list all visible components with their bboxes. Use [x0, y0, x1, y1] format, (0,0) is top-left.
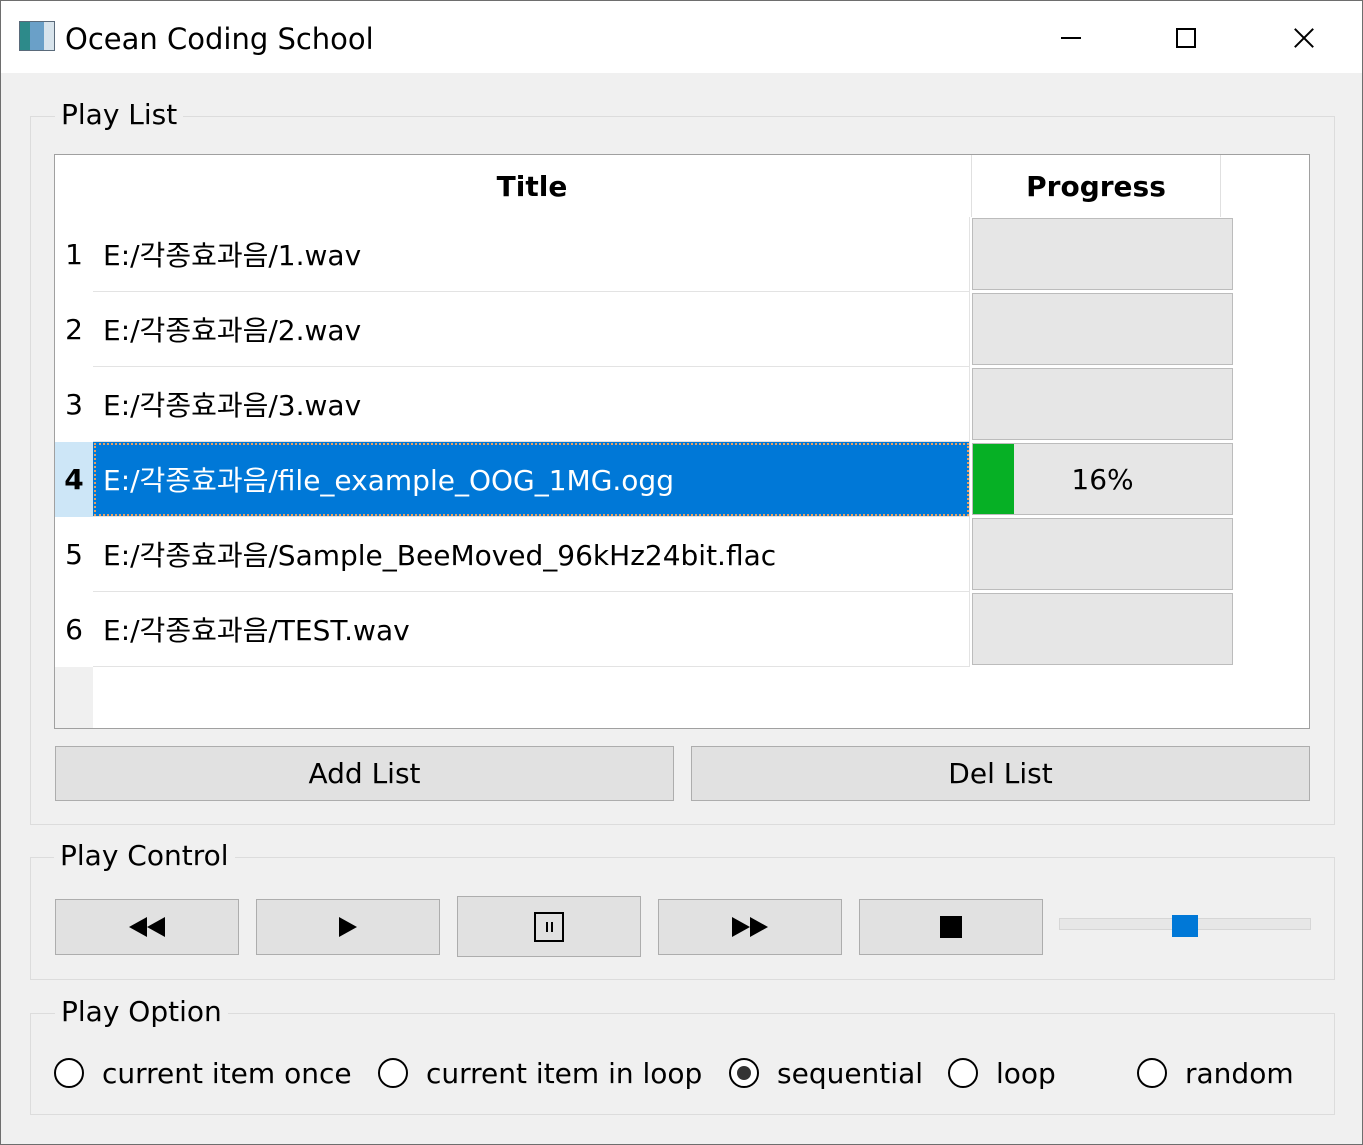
table-row[interactable]: 3 E:/각종효과음/3.wav: [55, 367, 1271, 442]
next-icon: [732, 917, 768, 937]
option-label: loop: [996, 1056, 1056, 1090]
progress-text: [973, 294, 1232, 364]
option-label: current item once: [102, 1056, 352, 1090]
option-random[interactable]: random: [1137, 1053, 1294, 1093]
row-number[interactable]: 1: [55, 217, 93, 292]
progress-bar: [972, 218, 1233, 290]
window-title: Ocean Coding School: [65, 22, 374, 56]
previous-button[interactable]: [55, 899, 239, 955]
title-cell[interactable]: E:/각종효과음/TEST.wav: [93, 592, 970, 667]
next-button[interactable]: [658, 899, 842, 955]
minimize-icon[interactable]: [1013, 1, 1129, 73]
progress-text: [973, 219, 1232, 289]
table-corner: [55, 155, 93, 217]
radio-button[interactable]: [729, 1058, 759, 1088]
del-list-button[interactable]: Del List: [691, 746, 1310, 801]
maximize-icon[interactable]: [1129, 1, 1245, 73]
progress-bar: [972, 293, 1233, 365]
row-number[interactable]: 6: [55, 592, 93, 667]
pause-button[interactable]: [457, 896, 641, 957]
progress-text: [973, 519, 1232, 589]
column-header-progress[interactable]: Progress: [972, 155, 1221, 217]
table-row[interactable]: 2 E:/각종효과음/2.wav: [55, 292, 1271, 367]
previous-icon: [129, 917, 165, 937]
option-sequential[interactable]: sequential: [729, 1053, 923, 1093]
table-row[interactable]: 1 E:/각종효과음/1.wav: [55, 217, 1271, 292]
playlist-group-title: Play List: [55, 98, 184, 132]
table-row[interactable]: 5 E:/각종효과음/Sample_BeeMoved_96kHz24bit.fla…: [55, 517, 1271, 592]
title-cell[interactable]: E:/각종효과음/3.wav: [93, 367, 970, 442]
playlist-table[interactable]: Title Progress 1 E:/각종효과음/1.wav 2 E:/각종효과음/…: [54, 154, 1310, 729]
table-row[interactable]: 6 E:/각종효과음/TEST.wav: [55, 592, 1271, 667]
radio-button[interactable]: [378, 1058, 408, 1088]
play-button[interactable]: [256, 899, 440, 955]
title-cell[interactable]: E:/각종효과음/Sample_BeeMoved_96kHz24bit.flac: [93, 517, 970, 592]
main-window: Ocean Coding School Play List Title Prog…: [0, 0, 1363, 1145]
progress-bar: [972, 593, 1233, 665]
row-number[interactable]: 5: [55, 517, 93, 592]
option-current-item-once[interactable]: current item once: [54, 1053, 352, 1093]
column-header-title[interactable]: Title: [93, 155, 972, 217]
progress-text: 16%: [1071, 462, 1134, 496]
option-current-item-in-loop[interactable]: current item in loop: [378, 1053, 702, 1093]
progress-bar: [972, 368, 1233, 440]
play-control-group-title: Play Control: [54, 839, 235, 873]
row-number[interactable]: 4: [55, 442, 93, 517]
table-row[interactable]: 4 E:/각종효과음/file_example_OOG_1MG.ogg 16%: [55, 442, 1271, 517]
add-list-button[interactable]: Add List: [55, 746, 674, 801]
progress-text: [973, 369, 1232, 439]
title-cell[interactable]: E:/각종효과음/2.wav: [93, 292, 970, 367]
title-cell[interactable]: E:/각종효과음/1.wav: [93, 217, 970, 292]
play-icon: [339, 917, 357, 937]
progress-bar: [972, 518, 1233, 590]
play-option-group-title: Play Option: [55, 995, 228, 1029]
option-label: sequential: [777, 1056, 924, 1090]
option-loop[interactable]: loop: [948, 1053, 1056, 1093]
stop-button[interactable]: [859, 899, 1043, 955]
row-number[interactable]: 2: [55, 292, 93, 367]
close-icon[interactable]: [1245, 1, 1361, 73]
row-number[interactable]: 3: [55, 367, 93, 442]
title-bar[interactable]: Ocean Coding School: [1, 1, 1362, 73]
media-player-app-icon: [19, 21, 55, 51]
volume-slider-handle[interactable]: [1172, 915, 1198, 937]
title-cell[interactable]: E:/각종효과음/file_example_OOG_1MG.ogg: [93, 442, 970, 517]
stop-icon: [940, 916, 962, 938]
radio-button[interactable]: [1137, 1058, 1167, 1088]
option-label: current item in loop: [426, 1056, 703, 1090]
radio-button[interactable]: [54, 1058, 84, 1088]
progress-text: [973, 594, 1232, 664]
radio-button[interactable]: [948, 1058, 978, 1088]
option-label: random: [1185, 1056, 1294, 1090]
pause-icon: [534, 911, 564, 942]
progress-bar: 16%: [972, 443, 1233, 515]
